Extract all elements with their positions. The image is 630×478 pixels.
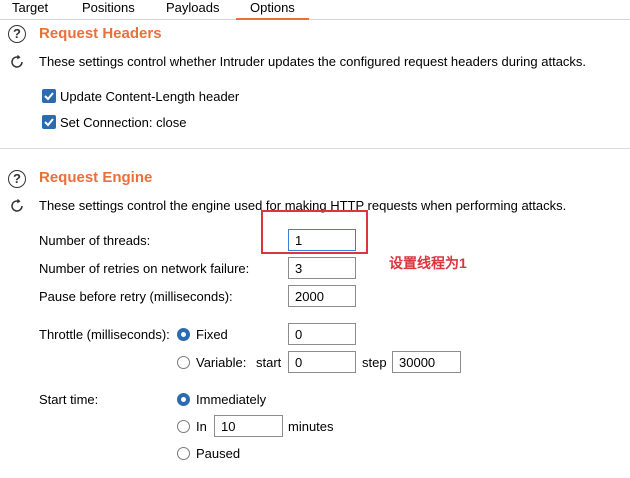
tab-options[interactable]: Options bbox=[236, 0, 309, 20]
start-immediately-radio[interactable] bbox=[177, 393, 190, 406]
request-headers-title: Request Headers bbox=[39, 25, 162, 42]
section-divider bbox=[0, 148, 630, 149]
tab-bar: Target Positions Payloads Options bbox=[0, 0, 630, 20]
throttle-step-label: step bbox=[362, 355, 387, 370]
throttle-start-label: start bbox=[256, 355, 282, 370]
throttle-label: Throttle (milliseconds): bbox=[39, 327, 170, 342]
start-in-minutes-input[interactable] bbox=[214, 415, 283, 437]
set-connection-close-label: Set Connection: close bbox=[60, 115, 187, 130]
start-time-label: Start time: bbox=[39, 392, 99, 407]
retries-input[interactable] bbox=[288, 257, 356, 279]
annotation-text: 设置线程为1 bbox=[389, 255, 467, 271]
tab-target[interactable]: Target bbox=[12, 0, 48, 18]
minutes-label: minutes bbox=[288, 419, 334, 434]
throttle-variable-radio[interactable] bbox=[177, 356, 190, 369]
threads-label: Number of threads: bbox=[39, 233, 151, 248]
pause-input[interactable] bbox=[288, 285, 356, 307]
throttle-fixed-label: Fixed bbox=[196, 327, 228, 342]
request-headers-description: These settings control whether Intruder … bbox=[39, 54, 587, 69]
request-engine-title: Request Engine bbox=[39, 169, 153, 186]
help-icon[interactable]: ? bbox=[8, 25, 26, 43]
help-icon[interactable]: ? bbox=[8, 170, 26, 188]
pause-label: Pause before retry (milliseconds): bbox=[39, 289, 233, 304]
set-connection-close-checkbox[interactable]: Set Connection: close bbox=[42, 115, 342, 131]
start-in-radio[interactable] bbox=[177, 420, 190, 433]
start-immediately-label: Immediately bbox=[196, 392, 267, 407]
throttle-start-input[interactable] bbox=[288, 351, 356, 373]
checkbox-checked-icon[interactable] bbox=[42, 115, 56, 129]
start-in-label: In bbox=[196, 419, 207, 434]
annotation-highlight-box bbox=[261, 210, 368, 254]
throttle-fixed-radio[interactable] bbox=[177, 328, 190, 341]
retries-label: Number of retries on network failure: bbox=[39, 261, 250, 276]
tab-positions[interactable]: Positions bbox=[82, 0, 135, 18]
throttle-step-input[interactable] bbox=[392, 351, 461, 373]
refresh-icon[interactable] bbox=[8, 53, 26, 71]
throttle-variable-label: Variable: bbox=[196, 355, 247, 370]
tab-payloads[interactable]: Payloads bbox=[166, 0, 219, 18]
start-paused-label: Paused bbox=[196, 446, 241, 461]
throttle-fixed-input[interactable] bbox=[288, 323, 356, 345]
update-content-length-checkbox[interactable]: Update Content-Length header bbox=[42, 89, 342, 105]
start-paused-radio[interactable] bbox=[177, 447, 190, 460]
checkbox-checked-icon[interactable] bbox=[42, 89, 56, 103]
update-content-length-label: Update Content-Length header bbox=[60, 89, 240, 104]
refresh-icon[interactable] bbox=[8, 197, 26, 215]
